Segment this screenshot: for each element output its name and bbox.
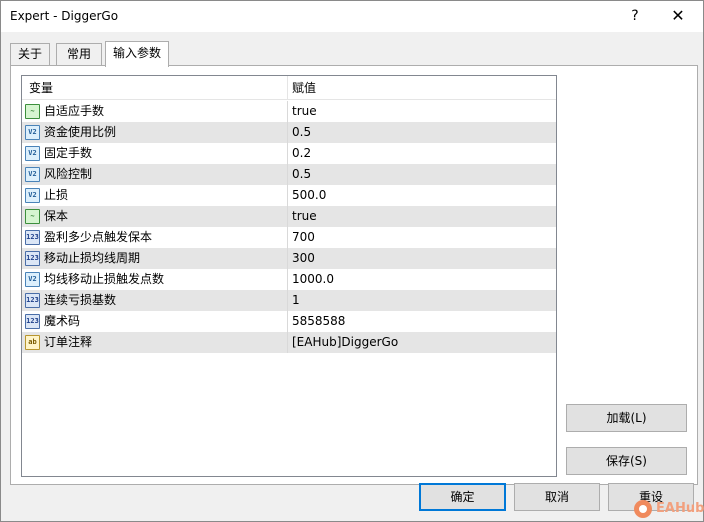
tab-label: 输入参数 [112, 46, 161, 60]
table-row[interactable]: V2 资金使用比例 0.5 [22, 122, 556, 143]
title-bar[interactable]: Expert - DiggerGo ? ✕ [1, 1, 703, 32]
column-header-variable[interactable]: 变量 [22, 76, 288, 100]
parameter-name-cell[interactable]: 123 魔术码 [22, 311, 288, 332]
int-icon: 123 [25, 230, 40, 245]
eahub-logo-icon [634, 500, 652, 518]
parameter-name: 均线移动止损触发点数 [44, 272, 165, 286]
parameter-value[interactable]: 700 [292, 227, 554, 248]
ok-button[interactable]: 确定 [419, 483, 506, 511]
parameter-name: 魔术码 [44, 314, 81, 328]
parameter-name-cell[interactable]: ~ 保本 [22, 206, 288, 227]
tab-about[interactable]: 关于 [10, 43, 50, 65]
table-row[interactable]: ab 订单注释 [EAHub]DiggerGo [22, 332, 556, 353]
parameter-value[interactable]: 1 [292, 290, 554, 311]
parameter-name-cell[interactable]: V2 资金使用比例 [22, 122, 288, 143]
parameter-name-cell[interactable]: 123 盈利多少点触发保本 [22, 227, 288, 248]
table-row[interactable]: V2 风险控制 0.5 [22, 164, 556, 185]
column-header-value[interactable]: 赋值 [288, 76, 556, 100]
load-button[interactable]: 加载(L) [566, 404, 687, 432]
parameter-value[interactable]: true [292, 101, 554, 122]
tab-input-params[interactable]: 输入参数 [105, 41, 169, 67]
parameter-name-cell[interactable]: 123 连续亏损基数 [22, 290, 288, 311]
table-row[interactable]: ~ 自适应手数 true [22, 101, 556, 122]
table-row[interactable]: V2 止损 500.0 [22, 185, 556, 206]
parameter-name: 止损 [44, 188, 69, 202]
int-icon: 123 [25, 314, 40, 329]
expert-dialog: Expert - DiggerGo ? ✕ 关于 常用 输入参数 变量 赋值 ~… [0, 0, 704, 522]
window-title: Expert - DiggerGo [10, 9, 119, 23]
parameter-value[interactable]: 0.2 [292, 143, 554, 164]
double-icon: V2 [25, 125, 40, 140]
double-icon: V2 [25, 167, 40, 182]
tab-label: 关于 [17, 47, 42, 61]
parameter-name: 移动止损均线周期 [44, 251, 141, 265]
parameter-name-cell[interactable]: V2 风险控制 [22, 164, 288, 185]
table-row[interactable]: V2 固定手数 0.2 [22, 143, 556, 164]
parameter-name: 保本 [44, 209, 69, 223]
double-icon: V2 [25, 188, 40, 203]
tab-label: 常用 [66, 47, 91, 61]
parameter-name: 盈利多少点触发保本 [44, 230, 153, 244]
watermark-text: EAHub [656, 501, 704, 516]
parameter-name: 订单注释 [44, 335, 93, 349]
int-icon: 123 [25, 251, 40, 266]
table-row[interactable]: ~ 保本 true [22, 206, 556, 227]
table-row[interactable]: 123 魔术码 5858588 [22, 311, 556, 332]
bool-icon: ~ [25, 104, 40, 119]
table-row[interactable]: 123 移动止损均线周期 300 [22, 248, 556, 269]
parameter-name-cell[interactable]: V2 均线移动止损触发点数 [22, 269, 288, 290]
bool-icon: ~ [25, 209, 40, 224]
eahub-watermark: EAHub [634, 499, 704, 519]
parameter-value[interactable]: 5858588 [292, 311, 554, 332]
parameter-name-cell[interactable]: 123 移动止损均线周期 [22, 248, 288, 269]
parameter-value[interactable]: 0.5 [292, 164, 554, 185]
double-icon: V2 [25, 146, 40, 161]
parameter-name-cell[interactable]: V2 止损 [22, 185, 288, 206]
double-icon: V2 [25, 272, 40, 287]
int-icon: 123 [25, 293, 40, 308]
parameter-value[interactable]: 0.5 [292, 122, 554, 143]
parameter-value[interactable]: 1000.0 [292, 269, 554, 290]
parameter-value[interactable]: 300 [292, 248, 554, 269]
parameter-name-cell[interactable]: ~ 自适应手数 [22, 101, 288, 122]
parameter-value[interactable]: true [292, 206, 554, 227]
grid-header: 变量 赋值 [22, 76, 556, 100]
help-icon[interactable]: ? [623, 5, 647, 27]
save-button[interactable]: 保存(S) [566, 447, 687, 475]
cancel-button[interactable]: 取消 [514, 483, 600, 511]
parameter-name: 连续亏损基数 [44, 293, 117, 307]
grid-rows: ~ 自适应手数 true V2 资金使用比例 0.5 V2 固定手数 0.2 V2 风险控制 0.5 V… [22, 101, 556, 353]
parameters-grid[interactable]: 变量 赋值 ~ 自适应手数 true V2 资金使用比例 0.5 V2 固定手数 0.2 V2 风险… [21, 75, 557, 477]
close-icon[interactable]: ✕ [665, 5, 691, 27]
parameter-name: 风险控制 [44, 167, 93, 181]
table-row[interactable]: V2 均线移动止损触发点数 1000.0 [22, 269, 556, 290]
table-row[interactable]: 123 连续亏损基数 1 [22, 290, 556, 311]
parameter-name-cell[interactable]: ab 订单注释 [22, 332, 288, 353]
parameter-name: 固定手数 [44, 146, 93, 160]
table-row[interactable]: 123 盈利多少点触发保本 700 [22, 227, 556, 248]
parameter-value[interactable]: 500.0 [292, 185, 554, 206]
parameter-name: 资金使用比例 [44, 125, 117, 139]
tab-common[interactable]: 常用 [56, 43, 102, 65]
parameter-name-cell[interactable]: V2 固定手数 [22, 143, 288, 164]
string-icon: ab [25, 335, 40, 350]
parameter-value[interactable]: [EAHub]DiggerGo [292, 332, 554, 353]
parameter-name: 自适应手数 [44, 104, 105, 118]
